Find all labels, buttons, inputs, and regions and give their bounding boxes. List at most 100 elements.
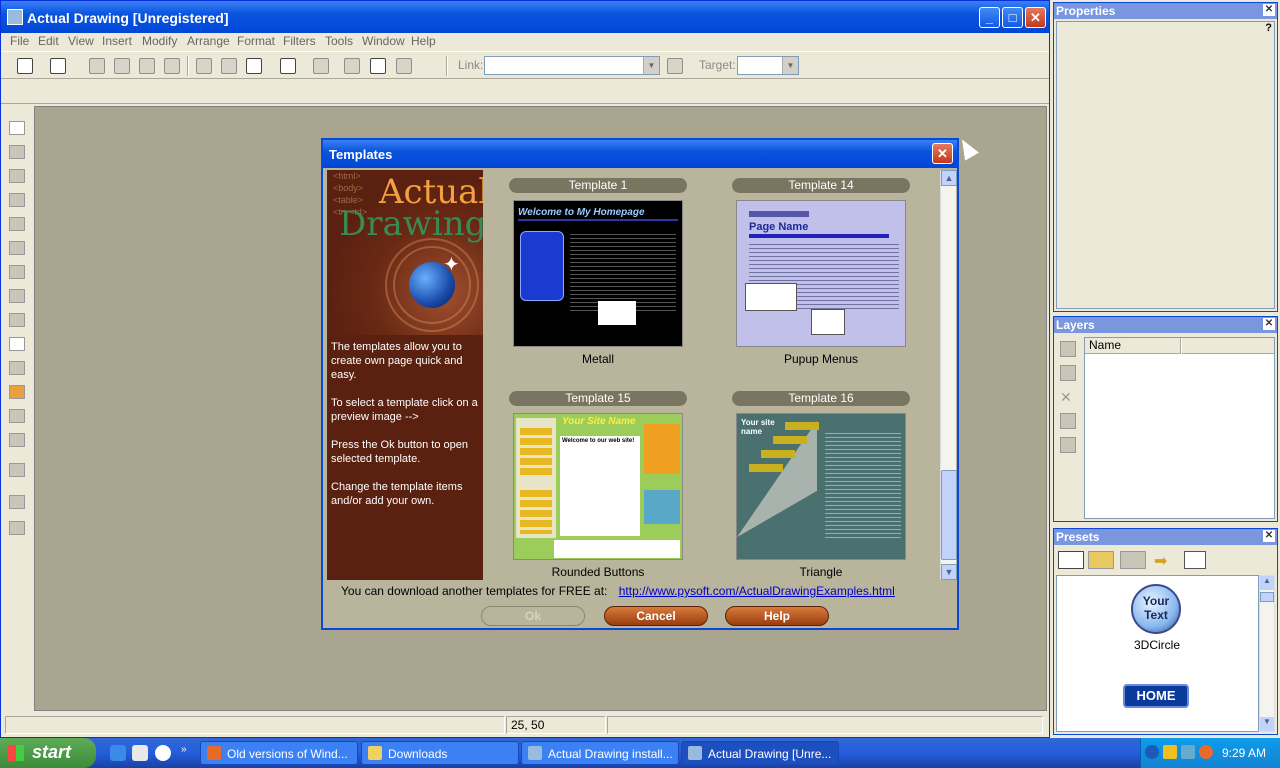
save-icon[interactable] xyxy=(89,58,105,74)
menu-window[interactable]: Window xyxy=(362,34,405,48)
cancel-button[interactable]: Cancel xyxy=(604,606,708,626)
security-shield-icon[interactable] xyxy=(1163,745,1177,759)
undo-icon[interactable] xyxy=(280,58,296,74)
layers-list[interactable]: Name xyxy=(1084,337,1275,519)
copy-icon[interactable] xyxy=(221,58,237,74)
form-tool-icon[interactable] xyxy=(9,337,25,351)
template-preview-metall[interactable]: Welcome to My Homepage xyxy=(513,200,683,347)
preset-buttons-icon[interactable] xyxy=(1058,551,1084,569)
scroll-up-icon[interactable]: ▲ xyxy=(941,170,957,186)
maximize-button[interactable]: □ xyxy=(1002,7,1023,28)
preset-table-icon[interactable] xyxy=(1184,551,1206,569)
chevron-down-icon[interactable]: ▼ xyxy=(782,57,798,74)
layer-down-icon[interactable] xyxy=(1060,437,1076,453)
task-downloads[interactable]: Downloads xyxy=(361,741,519,765)
scroll-down-icon[interactable]: ▼ xyxy=(941,564,957,580)
menu-arrange[interactable]: Arrange xyxy=(187,34,230,48)
delete-tool-icon[interactable] xyxy=(9,463,25,477)
page-icon[interactable] xyxy=(313,58,329,74)
close-icon[interactable]: ✕ xyxy=(1263,4,1275,16)
dialog-title-bar[interactable]: Templates ✕ xyxy=(323,140,957,168)
template-preview-rounded-buttons[interactable]: Your Site Name Welcome to our web site! xyxy=(513,413,683,560)
frame-tool-icon[interactable] xyxy=(9,433,25,447)
preset-arrow-icon[interactable]: ➡ xyxy=(1154,551,1176,570)
chevron-right-icon[interactable]: » xyxy=(181,744,187,755)
preview-icon[interactable] xyxy=(370,58,386,74)
title-bar[interactable]: Actual Drawing [Unregistered] _ □ ✕ xyxy=(1,1,1049,33)
menu-tools[interactable]: Tools xyxy=(325,34,353,48)
preset-home-button[interactable]: HOME xyxy=(1123,684,1189,708)
table-tool-icon[interactable] xyxy=(9,361,25,375)
template-preview-triangle[interactable]: Your site name xyxy=(736,413,906,560)
text-tool-icon[interactable] xyxy=(9,169,25,183)
cut-icon[interactable] xyxy=(196,58,212,74)
templates-scrollbar[interactable]: ▲ ▼ xyxy=(940,170,957,580)
menu-view[interactable]: View xyxy=(68,34,94,48)
scroll-thumb[interactable] xyxy=(1260,592,1274,602)
chevron-down-icon[interactable]: ▼ xyxy=(643,57,659,74)
textbox-tool-icon[interactable] xyxy=(9,193,25,207)
task-installer[interactable]: Actual Drawing install... xyxy=(521,741,679,765)
button-tool-icon[interactable] xyxy=(9,313,25,327)
select-tool-icon[interactable] xyxy=(9,121,25,135)
new-layer-icon[interactable] xyxy=(1060,341,1076,357)
delete-layer-icon[interactable]: ✕ xyxy=(1060,389,1076,405)
target-combo[interactable]: ▼ xyxy=(737,56,799,75)
task-old-versions[interactable]: Old versions of Wind... xyxy=(200,741,358,765)
search-icon[interactable] xyxy=(1199,745,1213,759)
paste-icon[interactable] xyxy=(246,58,262,74)
image-tool-icon[interactable] xyxy=(9,145,25,159)
preset-text-icon[interactable] xyxy=(1088,551,1114,569)
help-icon[interactable]: ? xyxy=(1265,22,1272,34)
link-combo[interactable]: ▼ xyxy=(484,56,660,75)
ie-icon[interactable] xyxy=(110,745,126,761)
menu-filters[interactable]: Filters xyxy=(283,34,316,48)
send-backward-icon[interactable] xyxy=(9,521,25,535)
arrow-tool-icon[interactable] xyxy=(9,265,25,279)
save-all-icon[interactable] xyxy=(114,58,130,74)
print-icon[interactable] xyxy=(139,58,155,74)
ellipse-tool-icon[interactable] xyxy=(9,241,25,255)
menu-edit[interactable]: Edit xyxy=(38,34,59,48)
presets-gallery[interactable]: Your Text 3DCircle HOME xyxy=(1056,575,1259,732)
layers-column-name[interactable]: Name xyxy=(1085,338,1181,354)
template-preview-popup-menus[interactable]: Page Name xyxy=(736,200,906,347)
download-link[interactable]: http://www.pysoft.com/ActualDrawingExamp… xyxy=(619,584,895,598)
network-icon[interactable] xyxy=(1181,745,1195,759)
ok-button[interactable]: Ok xyxy=(481,606,585,626)
menu-file[interactable]: File xyxy=(10,34,29,48)
animation-tool-icon[interactable] xyxy=(9,385,25,399)
link-browse-icon[interactable] xyxy=(667,58,683,74)
duplicate-layer-icon[interactable] xyxy=(1060,365,1076,381)
preset-3dcircle[interactable]: Your Text xyxy=(1131,584,1181,634)
minimize-button[interactable]: _ xyxy=(979,7,1000,28)
close-icon[interactable]: ✕ xyxy=(1263,318,1275,330)
scroll-thumb[interactable] xyxy=(941,470,957,560)
tray-expand-icon[interactable] xyxy=(1145,745,1159,759)
media-icon[interactable] xyxy=(155,745,171,761)
shape-tool-icon[interactable] xyxy=(9,409,25,423)
open-folder-icon[interactable] xyxy=(50,58,66,74)
preset-style-icon[interactable] xyxy=(1120,551,1146,569)
presets-scrollbar[interactable]: ▲ ▼ xyxy=(1259,575,1275,732)
rectangle-tool-icon[interactable] xyxy=(9,217,25,231)
menu-modify[interactable]: Modify xyxy=(142,34,177,48)
menu-help[interactable]: Help xyxy=(411,34,436,48)
line-tool-icon[interactable] xyxy=(9,289,25,303)
layer-up-icon[interactable] xyxy=(1060,413,1076,429)
menu-insert[interactable]: Insert xyxy=(102,34,132,48)
scroll-up-icon[interactable]: ▲ xyxy=(1260,576,1274,590)
new-file-icon[interactable] xyxy=(17,58,33,74)
publish-icon[interactable] xyxy=(164,58,180,74)
help-button[interactable]: Help xyxy=(725,606,829,626)
task-actual-drawing[interactable]: Actual Drawing [Unre... xyxy=(681,741,839,765)
close-icon[interactable]: ✕ xyxy=(1263,530,1275,542)
close-button[interactable]: ✕ xyxy=(1025,7,1046,28)
bring-forward-icon[interactable] xyxy=(9,495,25,509)
start-button[interactable]: start xyxy=(0,738,96,768)
desktop-icon[interactable] xyxy=(132,745,148,761)
menu-format[interactable]: Format xyxy=(237,34,275,48)
comment-icon[interactable] xyxy=(396,58,412,74)
scroll-down-icon[interactable]: ▼ xyxy=(1260,717,1274,731)
dialog-close-button[interactable]: ✕ xyxy=(932,143,953,164)
